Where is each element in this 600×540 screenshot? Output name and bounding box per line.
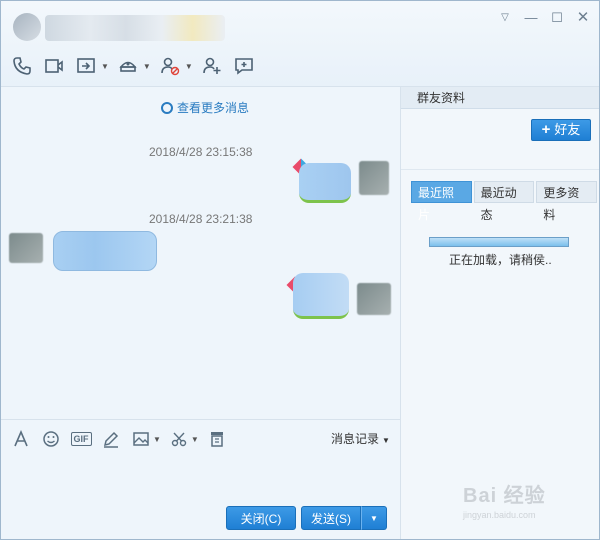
member-info-tabs: 最近照片 最近动态 更多资料 <box>411 181 599 222</box>
close-window-button[interactable]: ✕ <box>573 9 593 27</box>
remove-member-icon[interactable] <box>157 54 183 78</box>
app-icon[interactable] <box>115 54 141 78</box>
watermark-url: jingyan.baidu.com <box>463 510 536 520</box>
pen-icon[interactable] <box>99 428 123 450</box>
share-screen-caret-icon[interactable]: ▼ <box>101 62 109 71</box>
group-name-blurred <box>45 15 225 41</box>
avatar-self[interactable] <box>357 283 391 315</box>
avatar-self[interactable] <box>359 161 389 195</box>
add-friend-label: 好友 <box>554 122 581 137</box>
group-avatar[interactable] <box>13 13 41 41</box>
maximize-button[interactable]: ☐ <box>547 9 567 27</box>
phone-icon[interactable] <box>9 54 35 78</box>
gif-icon[interactable]: GIF <box>69 428 93 450</box>
watermark-brand: Bai 经验 <box>463 485 546 507</box>
tab-recent-updates[interactable]: 最近动态 <box>473 181 535 222</box>
plus-icon: + <box>541 121 551 138</box>
font-icon[interactable] <box>9 428 33 450</box>
scissors-caret-icon[interactable]: ▼ <box>191 435 199 444</box>
loading-text: 正在加载，请稍侯.. <box>449 253 552 267</box>
file-icon[interactable] <box>205 428 229 450</box>
history-caret-icon: ▼ <box>382 436 390 445</box>
message-bubble-self[interactable] <box>299 163 351 203</box>
input-toolbar: GIF ▼ ▼ <box>9 428 235 450</box>
gif-label: GIF <box>70 432 92 446</box>
chat-toolbar: ▼ ▼ ▼ <box>9 53 263 79</box>
chat-window: ▽ — ☐ ✕ ▼ ▼ ▼ 查看更多消息 2018/4/28 23:15:38 … <box>0 0 600 540</box>
image-icon[interactable] <box>129 428 153 450</box>
avatar-member[interactable] <box>9 233 43 263</box>
message-bubble-member[interactable] <box>53 231 157 271</box>
loading-progress-fill <box>430 238 568 246</box>
share-screen-icon[interactable] <box>73 54 99 78</box>
message-timestamp: 2018/4/28 23:15:38 <box>149 145 253 159</box>
message-bubble-self[interactable] <box>293 273 349 319</box>
tab-more-info[interactable]: 更多资料 <box>536 181 598 222</box>
view-more-messages-link[interactable]: 查看更多消息 <box>161 99 249 116</box>
close-button[interactable]: 关闭(C) <box>226 506 296 530</box>
view-more-messages-label: 查看更多消息 <box>177 101 250 115</box>
member-info-panel: 群友资料 + 好友 最近照片 最近动态 更多资料 正在加载，请稍侯.. <box>401 87 599 539</box>
message-timestamp: 2018/4/28 23:21:38 <box>149 212 253 226</box>
message-input-area[interactable]: GIF ▼ ▼ 消息记录 ▼ 关闭(C) 发送(S) ▼ <box>1 419 401 539</box>
add-discussion-icon[interactable] <box>231 54 257 78</box>
add-member-icon[interactable] <box>199 54 225 78</box>
send-button[interactable]: 发送(S) <box>301 506 361 530</box>
loading-progress-bar <box>429 237 569 247</box>
watermark-logo: Bai 经验 jingyan.baidu.com <box>463 479 593 529</box>
minimize-button[interactable]: — <box>521 9 541 27</box>
image-caret-icon[interactable]: ▼ <box>153 435 161 444</box>
message-area[interactable]: 查看更多消息 2018/4/28 23:15:38 2018/4/28 23:2… <box>1 87 401 419</box>
send-options-caret-icon[interactable]: ▼ <box>361 506 387 530</box>
add-friend-button[interactable]: + 好友 <box>531 119 591 141</box>
scissors-icon[interactable] <box>167 428 191 450</box>
dropdown-icon[interactable]: ▽ <box>495 9 515 27</box>
message-history-label: 消息记录 <box>331 432 380 446</box>
tab-recent-photos[interactable]: 最近照片 <box>411 181 472 222</box>
title-bar: ▽ — ☐ ✕ ▼ ▼ ▼ <box>1 1 599 87</box>
remove-member-caret-icon[interactable]: ▼ <box>185 62 193 71</box>
emoji-icon[interactable] <box>39 428 63 450</box>
message-history-button[interactable]: 消息记录 ▼ <box>331 430 390 447</box>
video-icon[interactable] <box>41 54 67 78</box>
clock-icon <box>161 101 173 114</box>
app-caret-icon[interactable]: ▼ <box>143 62 151 71</box>
member-info-title: 群友资料 <box>401 87 599 109</box>
divider <box>401 169 599 170</box>
